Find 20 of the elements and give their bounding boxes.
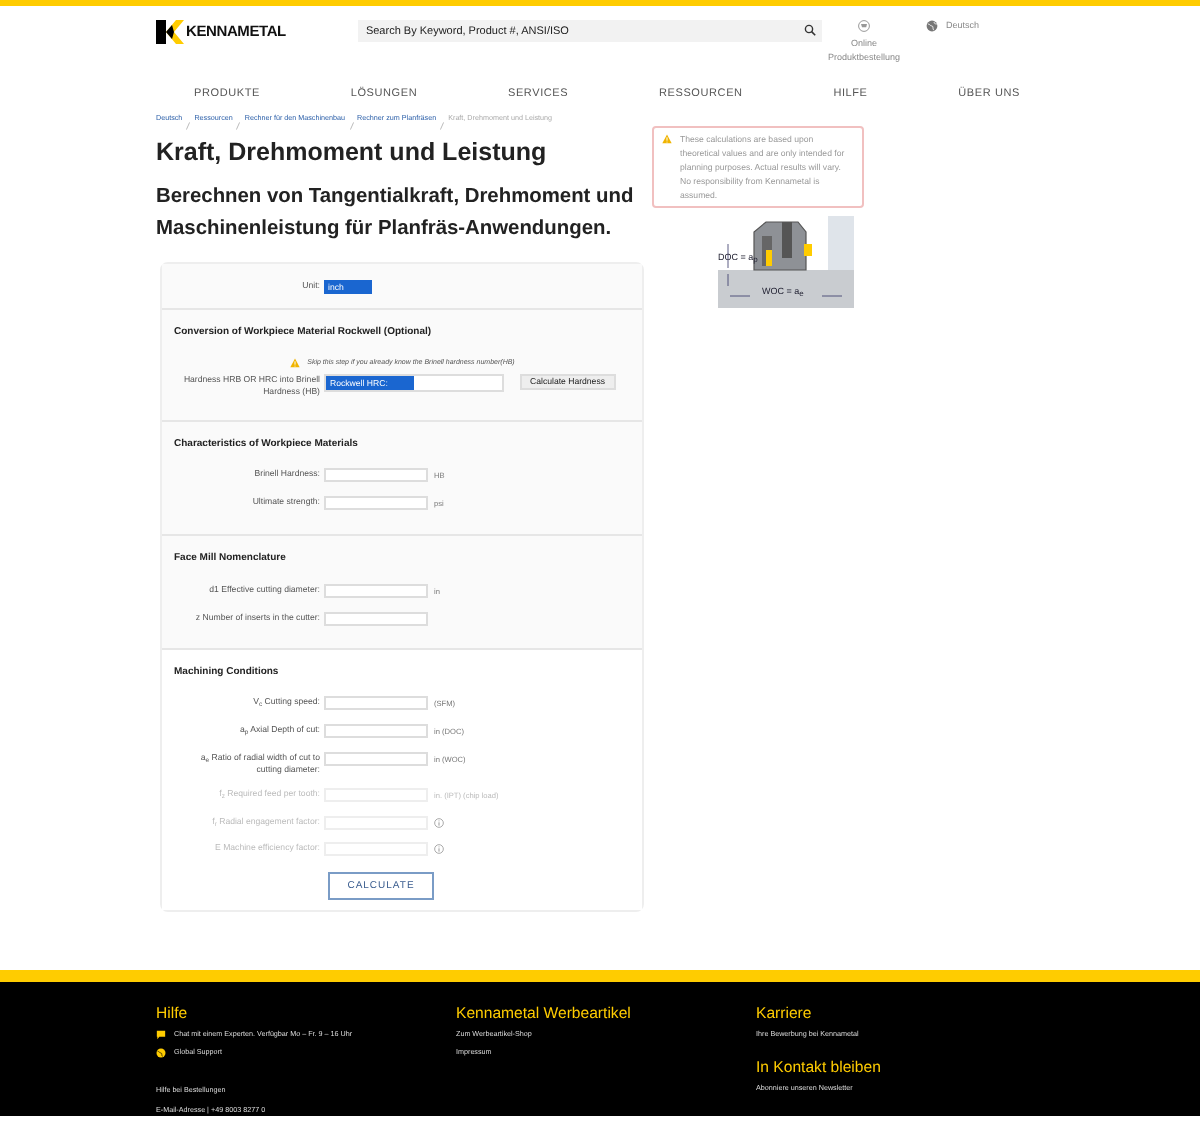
page-title: Kraft, Drehmoment und Leistung — [156, 138, 549, 168]
face-mill-drawing — [718, 216, 854, 308]
input-field[interactable] — [324, 611, 428, 626]
page-subtitle: Berechnen von Tangentialkraft, Drehmoment und Maschinenleistung für Planfräs-Anwendungen. — [156, 184, 636, 244]
input-field[interactable] — [324, 752, 428, 767]
globe-icon — [156, 1048, 166, 1059]
globe-icon[interactable] — [925, 20, 938, 33]
chat-icon — [156, 1029, 166, 1040]
search-icon[interactable] — [803, 24, 816, 36]
separator-icon — [440, 122, 445, 130]
input-field[interactable] — [324, 583, 428, 598]
separator-icon — [186, 122, 191, 130]
warning-icon — [662, 134, 672, 144]
input-field[interactable] — [324, 496, 428, 511]
input-field[interactable] — [324, 696, 428, 711]
separator-icon — [236, 122, 241, 130]
input-field[interactable] — [324, 468, 428, 483]
input-field[interactable] — [324, 724, 428, 739]
warning-icon — [289, 357, 300, 368]
separator-icon — [349, 122, 354, 130]
